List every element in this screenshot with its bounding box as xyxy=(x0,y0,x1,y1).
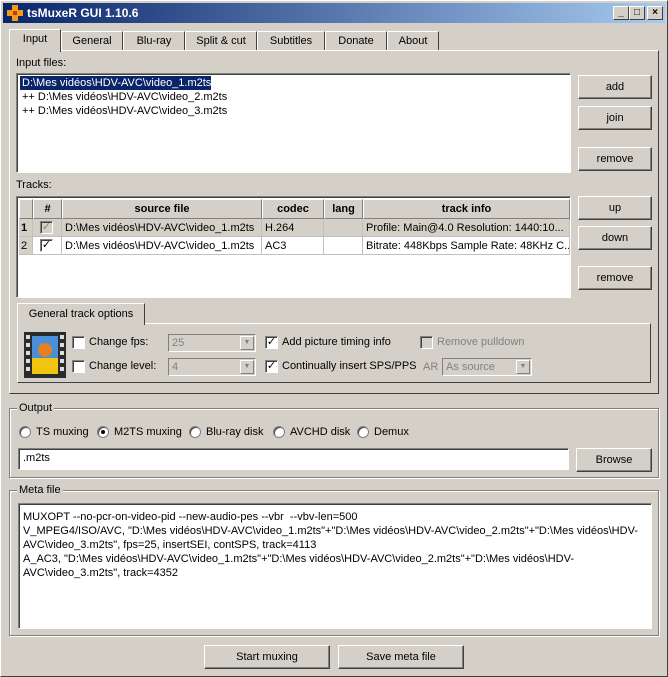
output-path-input[interactable]: .m2ts xyxy=(18,448,569,470)
demux-label: Demux xyxy=(374,426,409,438)
demux-radio[interactable] xyxy=(357,426,369,438)
tab-subtitles[interactable]: Subtitles xyxy=(257,31,325,51)
grid-corner xyxy=(19,199,33,219)
ar-label: AR xyxy=(423,361,439,373)
tab-about[interactable]: About xyxy=(387,31,439,51)
m2ts-muxing-radio[interactable] xyxy=(97,426,109,438)
avchd-disk-label: AVCHD disk xyxy=(290,426,351,438)
track-2-info[interactable]: Bitrate: 448Kbps Sample Rate: 48KHz C... xyxy=(363,237,570,255)
minimize-button[interactable]: _ xyxy=(613,6,629,20)
chevron-down-icon: ▼ xyxy=(240,360,254,374)
table-row-check-cell: ✓ xyxy=(33,237,62,255)
maximize-button[interactable]: □ xyxy=(629,6,645,20)
add-timing-label: Add picture timing info xyxy=(282,336,391,348)
insert-sps-checkbox[interactable]: ✓ xyxy=(265,360,278,373)
track-down-button[interactable]: down xyxy=(578,226,652,250)
tracks-grid[interactable]: # source file codec lang track info 1 ✓ … xyxy=(16,196,571,298)
meta-file-textarea[interactable]: MUXOPT --no-pcr-on-video-pid --new-audio… xyxy=(18,503,652,629)
ar-select[interactable]: As source ▼ xyxy=(442,358,532,376)
ts-muxing-label: TS muxing xyxy=(36,426,89,438)
track-1-info[interactable]: Profile: Main@4.0 Resolution: 1440:10... xyxy=(363,219,570,237)
track-1-lang[interactable] xyxy=(324,219,363,237)
tab-blu-ray[interactable]: Blu-ray xyxy=(123,31,185,51)
remove-file-button[interactable]: remove xyxy=(578,147,652,171)
track-2-checkbox[interactable]: ✓ xyxy=(40,239,53,252)
input-files-list[interactable]: D:\Mes vidéos\HDV-AVC\video_1.m2ts ++ D:… xyxy=(16,73,571,173)
blu-ray-disk-label: Blu-ray disk xyxy=(206,426,264,438)
track-2-codec[interactable]: AC3 xyxy=(262,237,324,255)
level-select-value: 4 xyxy=(172,361,179,373)
start-muxing-button[interactable]: Start muxing xyxy=(204,645,330,669)
change-fps-label: Change fps: xyxy=(89,336,149,348)
track-2-source[interactable]: D:\Mes vidéos\HDV-AVC\video_1.m2ts xyxy=(62,237,262,255)
row-number: 1 xyxy=(19,219,33,237)
fps-select[interactable]: 25 ▼ xyxy=(168,334,256,352)
ar-select-value: As source xyxy=(446,361,495,373)
tab-general-track-options[interactable]: General track options xyxy=(17,303,145,325)
header-track-info[interactable]: track info xyxy=(363,199,570,219)
remove-pulldown-label: Remove pulldown xyxy=(437,336,525,348)
table-row-check-cell: ✓ xyxy=(33,219,62,237)
ts-muxing-radio[interactable] xyxy=(19,426,31,438)
level-select[interactable]: 4 ▼ xyxy=(168,358,256,376)
change-level-label: Change level: xyxy=(89,360,157,372)
header-codec[interactable]: codec xyxy=(262,199,324,219)
avchd-disk-radio[interactable] xyxy=(273,426,285,438)
main-window: tsMuxeR GUI 1.10.6 _ □ × Input General B… xyxy=(0,0,668,677)
radio-selected-dot xyxy=(101,430,105,434)
app-icon xyxy=(7,5,23,21)
join-button[interactable]: join xyxy=(578,106,652,130)
track-2-lang[interactable] xyxy=(324,237,363,255)
film-strip-icon xyxy=(24,332,66,378)
blu-ray-disk-radio[interactable] xyxy=(189,426,201,438)
change-fps-checkbox[interactable] xyxy=(72,336,85,349)
input-file-item[interactable]: ++ D:\Mes vidéos\HDV-AVC\video_3.m2ts xyxy=(20,104,227,118)
track-options-panel xyxy=(17,323,651,383)
row-number: 2 xyxy=(19,237,33,255)
track-1-codec[interactable]: H.264 xyxy=(262,219,324,237)
remove-track-button[interactable]: remove xyxy=(578,266,652,290)
save-meta-file-button[interactable]: Save meta file xyxy=(338,645,464,669)
track-up-button[interactable]: up xyxy=(578,196,652,220)
add-timing-checkbox[interactable]: ✓ xyxy=(265,336,278,349)
tab-donate[interactable]: Donate xyxy=(325,31,387,51)
input-file-item[interactable]: ++ D:\Mes vidéos\HDV-AVC\video_2.m2ts xyxy=(20,90,227,104)
header-source-file[interactable]: source file xyxy=(62,199,262,219)
tab-split-cut[interactable]: Split & cut xyxy=(185,31,257,51)
input-file-item[interactable]: D:\Mes vidéos\HDV-AVC\video_1.m2ts xyxy=(18,75,213,91)
change-level-checkbox[interactable] xyxy=(72,360,85,373)
header-lang[interactable]: lang xyxy=(324,199,363,219)
tab-general[interactable]: General xyxy=(61,31,123,51)
input-files-label: Input files: xyxy=(16,57,67,69)
tab-input[interactable]: Input xyxy=(9,29,61,52)
title-bar[interactable]: tsMuxeR GUI 1.10.6 _ □ × xyxy=(3,3,665,23)
meta-file-group-title: Meta file xyxy=(17,484,63,496)
header-num[interactable]: # xyxy=(33,199,62,219)
tracks-label: Tracks: xyxy=(16,179,52,191)
track-1-checkbox[interactable]: ✓ xyxy=(40,221,53,234)
close-button[interactable]: × xyxy=(647,6,663,20)
meta-file-content: MUXOPT --no-pcr-on-video-pid --new-audio… xyxy=(23,511,638,579)
track-1-source[interactable]: D:\Mes vidéos\HDV-AVC\video_1.m2ts xyxy=(62,219,262,237)
add-button[interactable]: add xyxy=(578,75,652,99)
fps-select-value: 25 xyxy=(172,337,185,349)
chevron-down-icon: ▼ xyxy=(240,336,254,350)
browse-button[interactable]: Browse xyxy=(576,448,652,472)
window-title: tsMuxeR GUI 1.10.6 xyxy=(27,6,139,20)
chevron-down-icon: ▼ xyxy=(516,360,530,374)
m2ts-muxing-label: M2TS muxing xyxy=(114,426,182,438)
remove-pulldown-checkbox[interactable] xyxy=(420,336,433,349)
output-group-title: Output xyxy=(17,402,55,414)
insert-sps-label: Continually insert SPS/PPS xyxy=(282,360,417,372)
